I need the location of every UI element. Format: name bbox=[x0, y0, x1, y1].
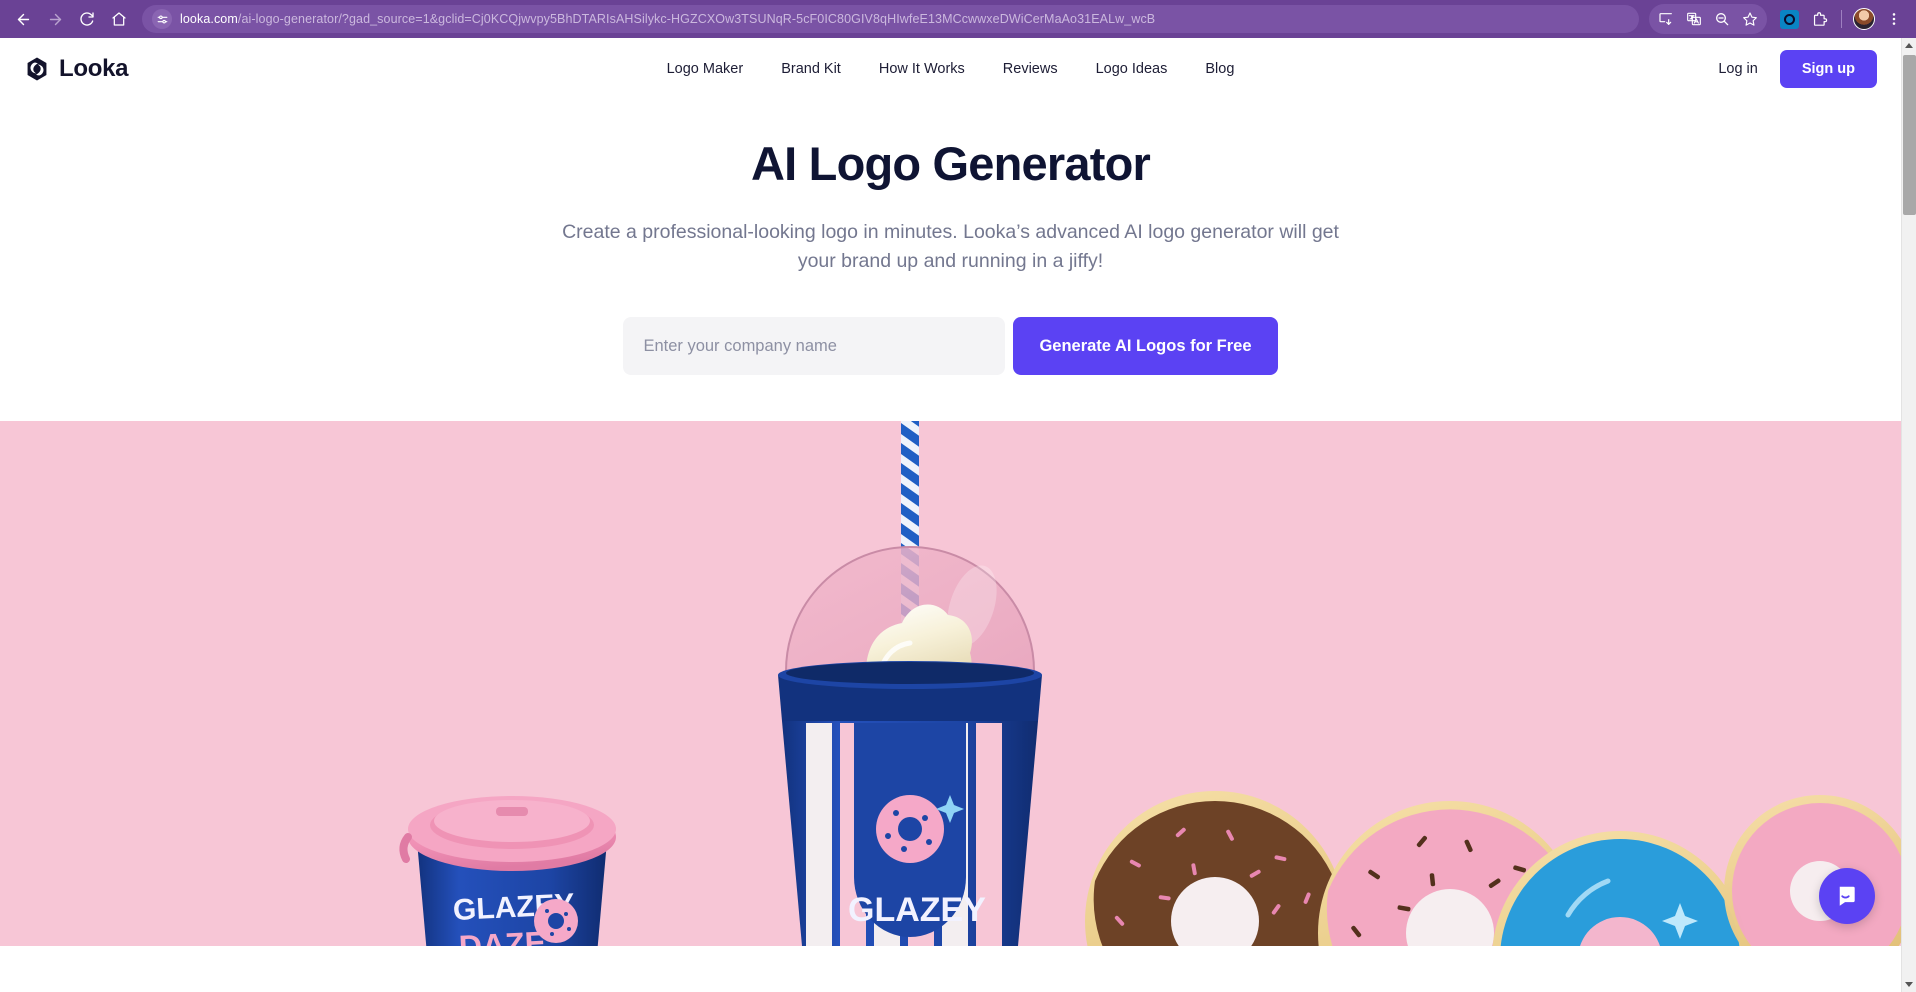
nav-item-reviews[interactable]: Reviews bbox=[1003, 61, 1058, 77]
zoom-out-icon[interactable] bbox=[1708, 5, 1736, 33]
home-button[interactable] bbox=[104, 4, 134, 34]
hero-image: GLAZEY DAZE GLAZEY bbox=[0, 421, 1901, 947]
url-host: looka.com bbox=[180, 12, 238, 26]
site-settings-icon[interactable] bbox=[152, 9, 172, 29]
brand-name: Looka bbox=[59, 55, 129, 82]
chat-bubble-icon bbox=[1838, 887, 1855, 907]
hero-product-photo: GLAZEY DAZE GLAZEY bbox=[0, 421, 1901, 947]
scrollbar-up-arrow[interactable] bbox=[1902, 38, 1916, 53]
svg-text:DAZE: DAZE bbox=[458, 925, 547, 947]
nav-item-brand-kit[interactable]: Brand Kit bbox=[781, 61, 841, 77]
company-name-input[interactable] bbox=[623, 317, 1006, 376]
address-action-group bbox=[1649, 4, 1767, 34]
install-app-icon[interactable] bbox=[1652, 5, 1680, 33]
page-content: Looka Logo Maker Brand Kit How It Works … bbox=[0, 38, 1901, 992]
main-nav: Logo Maker Brand Kit How It Works Review… bbox=[667, 61, 1235, 77]
url-path: /ai-logo-generator/?gad_source=1&gclid=C… bbox=[237, 12, 1156, 26]
nav-item-how-it-works[interactable]: How It Works bbox=[879, 61, 965, 77]
vertical-scrollbar[interactable] bbox=[1901, 38, 1916, 992]
avatar[interactable] bbox=[1850, 5, 1878, 33]
browser-toolbar: looka.com/ai-logo-generator/?gad_source=… bbox=[0, 0, 1916, 38]
extension-blue-icon[interactable] bbox=[1775, 5, 1803, 33]
cta-row: Generate AI Logos for Free bbox=[0, 317, 1901, 376]
sign-up-button[interactable]: Sign up bbox=[1779, 50, 1877, 88]
nav-item-blog[interactable]: Blog bbox=[1205, 61, 1234, 77]
nav-item-logo-maker[interactable]: Logo Maker bbox=[667, 61, 744, 77]
reload-button[interactable] bbox=[72, 4, 102, 34]
extensions-puzzle-icon[interactable] bbox=[1805, 5, 1833, 33]
svg-text:GLAZEY: GLAZEY bbox=[848, 891, 986, 929]
looka-logomark-icon bbox=[27, 57, 47, 81]
scrollbar-thumb[interactable] bbox=[1903, 55, 1916, 215]
address-bar[interactable]: looka.com/ai-logo-generator/?gad_source=… bbox=[142, 5, 1639, 33]
scrollbar-down-arrow[interactable] bbox=[1902, 977, 1916, 992]
hero-section: AI Logo Generator Create a professional-… bbox=[0, 100, 1901, 422]
forward-button[interactable] bbox=[40, 4, 70, 34]
bookmark-star-icon[interactable] bbox=[1736, 5, 1764, 33]
nav-item-logo-ideas[interactable]: Logo Ideas bbox=[1096, 61, 1168, 77]
generate-logos-button[interactable]: Generate AI Logos for Free bbox=[1013, 317, 1278, 376]
chat-launcher-button[interactable] bbox=[1819, 868, 1875, 925]
hero-subtitle: Create a professional-looking logo in mi… bbox=[562, 220, 1339, 272]
toolbar-actions bbox=[1649, 4, 1908, 34]
chrome-menu-icon[interactable] bbox=[1880, 5, 1908, 33]
toolbar-divider bbox=[1841, 10, 1842, 28]
back-button[interactable] bbox=[8, 4, 38, 34]
site-header: Looka Logo Maker Brand Kit How It Works … bbox=[0, 38, 1901, 100]
log-in-link[interactable]: Log in bbox=[1718, 61, 1758, 77]
translate-icon[interactable] bbox=[1680, 5, 1708, 33]
looka-logo-link[interactable]: Looka bbox=[24, 55, 128, 83]
header-actions: Log in Sign up bbox=[1718, 50, 1877, 88]
page-title: AI Logo Generator bbox=[751, 137, 1151, 190]
page-viewport: Looka Logo Maker Brand Kit How It Works … bbox=[0, 38, 1916, 992]
url-text: looka.com/ai-logo-generator/?gad_source=… bbox=[180, 12, 1155, 26]
